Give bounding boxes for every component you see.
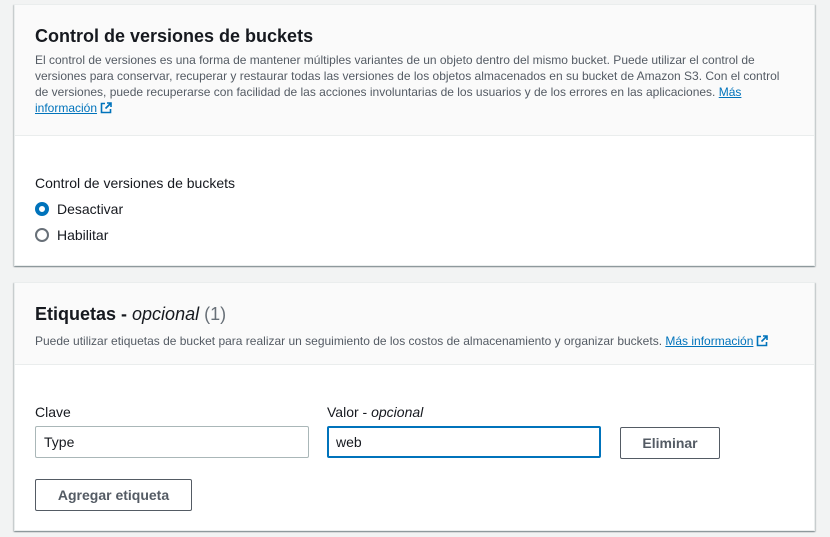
tags-description: Puede utilizar etiquetas de bucket para …: [35, 333, 794, 349]
radio-disable[interactable]: [35, 202, 49, 216]
external-link-icon: [757, 335, 769, 347]
tag-value-label-sep: -: [358, 404, 372, 420]
tags-title: Etiquetas - opcional (1): [35, 303, 794, 325]
radio-option-enable[interactable]: Habilitar: [35, 225, 235, 245]
versioning-title: Control de versiones de buckets: [35, 26, 314, 46]
tag-value-label: Valor - opcional: [327, 403, 423, 421]
tags-count: (1): [204, 304, 227, 324]
external-link-icon: [100, 102, 112, 114]
versioning-description: El control de versiones es una forma de …: [35, 52, 794, 116]
versioning-panel: Control de versiones de buckets El contr…: [14, 4, 815, 266]
tag-value-label-text: Valor: [327, 404, 359, 420]
radio-option-disable[interactable]: Desactivar: [35, 199, 235, 219]
tag-value-input[interactable]: web: [327, 426, 601, 458]
add-tag-button[interactable]: Agregar etiqueta: [35, 479, 192, 511]
versioning-body: Control de versiones de buckets Desactiv…: [35, 174, 235, 245]
tag-key-label: Clave: [35, 404, 71, 420]
tags-title-text: Etiquetas: [35, 304, 117, 324]
remove-tag-button[interactable]: Eliminar: [620, 427, 720, 459]
tags-more-info-link[interactable]: Más información: [665, 334, 769, 348]
tag-key-input[interactable]: Type: [35, 426, 309, 458]
tags-more-info-label: Más información: [665, 334, 754, 348]
tags-panel: Etiquetas - opcional (1) Puede utilizar …: [14, 282, 815, 531]
tags-description-text: Puede utilizar etiquetas de bucket para …: [35, 334, 663, 348]
tag-value-label-optional: opcional: [371, 404, 424, 420]
tags-title-sep: -: [116, 304, 133, 324]
versioning-header: Control de versiones de buckets El contr…: [15, 5, 814, 136]
tags-header: Etiquetas - opcional (1) Puede utilizar …: [15, 283, 814, 365]
radio-disable-label: Desactivar: [57, 201, 124, 217]
tags-title-optional: opcional: [132, 304, 200, 324]
radio-enable-label: Habilitar: [57, 227, 109, 243]
versioning-description-text: El control de versiones es una forma de …: [35, 53, 780, 99]
versioning-field-label: Control de versiones de buckets: [35, 175, 235, 191]
radio-enable[interactable]: [35, 228, 49, 242]
